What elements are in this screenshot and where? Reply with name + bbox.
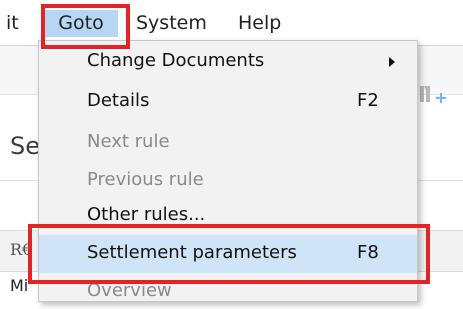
menu-item-label: Change Documents [87, 50, 265, 71]
submenu-arrow-icon [389, 57, 395, 67]
menu-item-label: Previous rule [87, 169, 204, 190]
menu-item-shortcut: F2 [357, 90, 379, 111]
menu-item-label: Next rule [87, 131, 170, 152]
menu-system[interactable]: System [136, 8, 207, 38]
menu-item-label: Details [87, 90, 150, 111]
menu-item-next-rule: Next rule [39, 126, 417, 160]
menu-item-change-documents[interactable]: Change Documents [39, 45, 417, 79]
add-icon[interactable] [418, 80, 448, 110]
menu-help[interactable]: Help [238, 8, 281, 38]
menu-item-previous-rule: Previous rule [39, 164, 417, 198]
table-row[interactable]: Mi [10, 276, 28, 295]
page-title: Se [10, 132, 40, 160]
menu-edit[interactable]: it [6, 8, 19, 38]
highlight-box-goto [41, 4, 130, 49]
highlight-box-settlement-parameters [28, 224, 430, 284]
menu-item-details[interactable]: Details F2 [39, 85, 417, 119]
